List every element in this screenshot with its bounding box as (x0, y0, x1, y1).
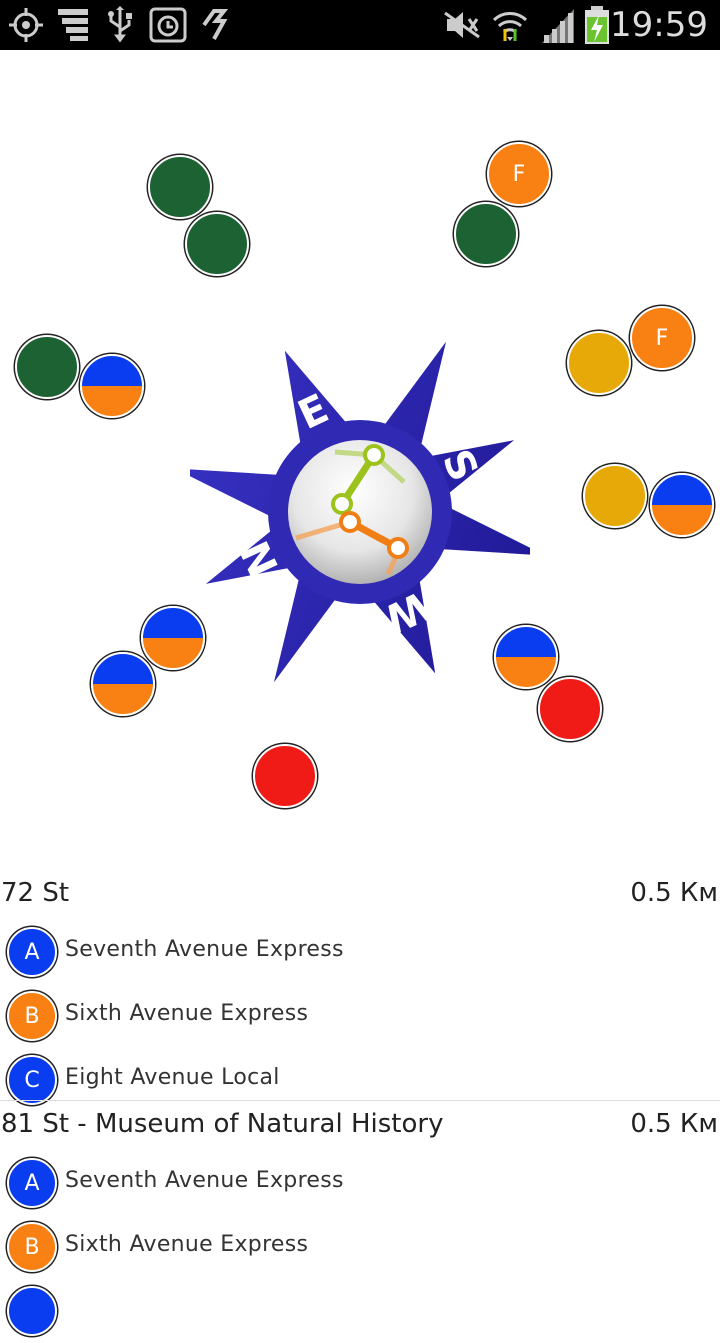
station-item[interactable]: 72 St 0.5 Км A Seventh Avenue Express B Sixth… (0, 872, 720, 1112)
station-distance: 0.5 Км (630, 1109, 718, 1139)
status-bar: 19:59 (0, 0, 720, 50)
mute-icon (444, 11, 480, 39)
status-time: 19:59 (610, 5, 708, 45)
station-marker[interactable] (538, 677, 602, 741)
station-marker[interactable] (454, 202, 518, 266)
battery-charging-icon (585, 6, 609, 44)
station-divider (0, 1100, 720, 1101)
station-item[interactable]: 81 St - Museum of Natural History 0.5 Км A… (0, 1103, 720, 1343)
station-distance: 0.5 Км (630, 878, 718, 908)
station-marker[interactable] (15, 335, 79, 399)
stack-icon (58, 9, 88, 41)
line-row[interactable]: A Seventh Avenue Express (0, 920, 720, 984)
station-header: 81 St - Museum of Natural History 0.5 Км (0, 1103, 720, 1151)
compass-icon: E S W N (190, 342, 530, 682)
gps-icon (9, 8, 43, 42)
line-row[interactable]: A Seventh Avenue Express (0, 1151, 720, 1215)
station-marker[interactable] (91, 652, 155, 716)
usb-icon (108, 6, 132, 43)
line-badge: A (7, 1158, 57, 1208)
wifi-icon (492, 12, 528, 41)
station-name: 81 St - Museum of Natural History (1, 1109, 444, 1139)
line-row[interactable]: B Sixth Avenue Express (0, 984, 720, 1048)
line-name: Sixth Avenue Express (65, 1001, 309, 1026)
station-radar[interactable]: E S W N F F (0, 50, 720, 860)
station-marker[interactable]: F (630, 306, 694, 370)
station-header: 72 St 0.5 Км (0, 872, 720, 920)
station-marker[interactable] (141, 606, 205, 670)
line-badge (7, 1286, 57, 1336)
line-badge: B (7, 1222, 57, 1272)
line-name: Seventh Avenue Express (65, 937, 344, 962)
station-marker[interactable] (494, 625, 558, 689)
line-badge: B (7, 991, 57, 1041)
station-marker[interactable] (185, 212, 249, 276)
line-name: Eight Avenue Local (65, 1065, 280, 1090)
alarm-icon (149, 7, 187, 43)
line-row[interactable]: B Sixth Avenue Express (0, 1215, 720, 1279)
line-name: Sixth Avenue Express (65, 1232, 309, 1257)
station-marker[interactable]: F (487, 142, 551, 206)
line-badge: A (7, 927, 57, 977)
sync-icon (202, 9, 229, 40)
station-marker[interactable] (650, 473, 714, 537)
station-name: 72 St (1, 878, 70, 908)
station-marker[interactable] (583, 464, 647, 528)
station-marker[interactable] (567, 331, 631, 395)
station-marker[interactable] (80, 354, 144, 418)
station-marker[interactable] (148, 155, 212, 219)
line-badge: C (7, 1055, 57, 1105)
signal-icon (542, 9, 574, 43)
station-marker[interactable] (253, 744, 317, 808)
line-row[interactable] (0, 1279, 720, 1343)
line-name: Seventh Avenue Express (65, 1168, 344, 1193)
